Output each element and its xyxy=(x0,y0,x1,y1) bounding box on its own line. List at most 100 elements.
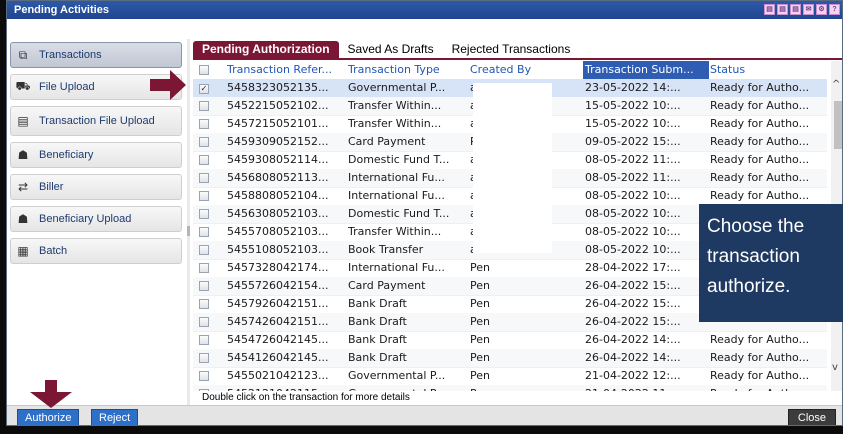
settings-icon[interactable]: ⚙ xyxy=(816,4,827,15)
column-header-status[interactable]: Status xyxy=(710,61,827,79)
created-by-cell: Pen xyxy=(470,351,490,364)
row-select-cell: ✓ xyxy=(199,79,215,97)
splitter-grip[interactable] xyxy=(187,226,190,236)
table-row[interactable]: 5455021042123... Governmental P... Pen 21-0… xyxy=(193,367,827,386)
mail-icon[interactable]: ✉ xyxy=(803,4,814,15)
sidebar-item-transaction-file-upload[interactable]: ▤ Transaction File Upload xyxy=(10,106,182,136)
ref-cell: 5455021042123... xyxy=(227,369,329,382)
row-select-cell xyxy=(199,295,215,313)
row-checkbox[interactable] xyxy=(199,191,209,201)
scroll-up-icon[interactable]: ^ xyxy=(832,79,840,90)
row-checkbox[interactable] xyxy=(199,173,209,183)
row-checkbox[interactable] xyxy=(199,227,209,237)
row-checkbox[interactable] xyxy=(199,137,209,147)
tab-saved-as-drafts[interactable]: Saved As Drafts xyxy=(339,41,443,58)
created-by-cell: Pen xyxy=(470,385,582,391)
help-icon[interactable]: ? xyxy=(829,4,840,15)
sidebar-item-batch[interactable]: ▦ Batch xyxy=(10,238,182,264)
sidebar-item-label: Beneficiary Upload xyxy=(39,213,132,225)
export-icon[interactable]: ▤ xyxy=(777,4,788,15)
save-icon[interactable]: ▤ xyxy=(790,4,801,15)
print-icon[interactable]: ▤ xyxy=(764,4,775,15)
sidebar-item-beneficiary[interactable]: ☗ Beneficiary xyxy=(10,142,182,168)
row-checkbox[interactable] xyxy=(199,281,209,291)
row-checkbox[interactable]: ✓ xyxy=(199,84,209,94)
row-checkbox[interactable] xyxy=(199,155,209,165)
tab-pending-authorization[interactable]: Pending Authorization xyxy=(193,41,339,58)
row-checkbox[interactable] xyxy=(199,299,209,309)
ref-cell: 5455108052103... xyxy=(227,243,329,256)
status-cell: Ready for Autho... xyxy=(710,189,810,202)
status-cell: Ready for Autho... xyxy=(710,333,810,346)
tab-rejected-transactions[interactable]: Rejected Transactions xyxy=(443,41,580,58)
row-checkbox[interactable] xyxy=(199,209,209,219)
row-select-cell xyxy=(199,349,215,367)
created-by-cell: Pen xyxy=(470,279,490,292)
row-checkbox[interactable] xyxy=(199,389,209,391)
ref-cell: 5458323052135... xyxy=(227,81,329,94)
row-checkbox[interactable] xyxy=(199,371,209,381)
table-row[interactable]: 5454726042145... Bank Draft Pen 26-04-2022 … xyxy=(193,331,827,350)
authorize-button[interactable]: Authorize xyxy=(17,409,80,425)
type-cell: Transfer Within... xyxy=(348,117,442,130)
table-row[interactable]: 5452121042115...Governmental P...Pen21-0… xyxy=(193,385,827,391)
arrow-right-icon xyxy=(150,70,186,100)
reject-button[interactable]: Reject xyxy=(91,409,139,425)
ref-cell: 5459309052152... xyxy=(227,135,329,148)
row-select-cell xyxy=(199,151,215,169)
sidebar-item-biller[interactable]: ⇄ Biller xyxy=(10,174,182,200)
status-cell: Ready for Autho... xyxy=(710,171,810,184)
person-upload-icon: ☗ xyxy=(17,212,29,226)
status-cell: Ready for Autho... xyxy=(710,351,810,364)
column-header-reference[interactable]: Transaction Refer... xyxy=(227,61,345,79)
tab-bar: Pending Authorization Saved As Drafts Re… xyxy=(193,41,842,60)
transactions-icon: ⧉ xyxy=(18,47,28,62)
sidebar-item-beneficiary-upload[interactable]: ☗ Beneficiary Upload xyxy=(10,206,182,232)
row-checkbox[interactable] xyxy=(199,317,209,327)
row-select-cell xyxy=(199,133,215,151)
table-row[interactable]: 5454126042145... Bank Draft Pen 26-04-2022 … xyxy=(193,349,827,368)
type-cell: Card Payment xyxy=(348,279,426,292)
submitted-cell: 26-04-2022 14:... xyxy=(585,333,681,346)
bottom-toolbar: Authorize Reject Close xyxy=(7,405,842,425)
row-checkbox[interactable] xyxy=(199,335,209,345)
column-header-created-by[interactable]: Created By xyxy=(470,61,582,79)
ref-cell: 5455708052103... xyxy=(227,225,329,238)
ref-cell: 5457926042151... xyxy=(227,297,329,310)
scrollbar-thumb[interactable] xyxy=(834,101,842,149)
ref-cell: 5452215052102... xyxy=(227,99,329,112)
submitted-cell: 09-05-2022 15:... xyxy=(585,135,681,148)
row-checkbox[interactable] xyxy=(199,245,209,255)
sidebar-item-transactions[interactable]: ⧉ Transactions xyxy=(10,42,182,68)
created-by-cell: Pen xyxy=(470,315,490,328)
column-header-type[interactable]: Transaction Type xyxy=(348,61,468,79)
submitted-cell: 08-05-2022 11:... xyxy=(585,153,681,166)
scroll-down-icon[interactable]: v xyxy=(832,362,838,373)
sidebar-item-label: File Upload xyxy=(39,81,95,93)
created-by-cell: Pen xyxy=(470,333,490,346)
column-header-submitted[interactable]: Transaction Subm... xyxy=(583,61,709,79)
row-checkbox[interactable] xyxy=(199,263,209,273)
row-select-cell xyxy=(199,313,215,331)
select-all-checkbox[interactable] xyxy=(199,65,209,75)
row-checkbox[interactable] xyxy=(199,119,209,129)
status-cell: Ready for Autho... xyxy=(710,135,810,148)
close-button[interactable]: Close xyxy=(787,409,836,425)
type-cell: Transfer Within... xyxy=(348,99,442,112)
type-cell: International Fu... xyxy=(348,171,445,184)
redaction-patch xyxy=(473,83,552,253)
row-checkbox[interactable] xyxy=(199,101,209,111)
status-cell: Ready for Autho... xyxy=(710,117,810,130)
submitted-cell: 15-05-2022 10:... xyxy=(585,117,681,130)
row-checkbox[interactable] xyxy=(199,353,209,363)
ref-cell: 5456808052113... xyxy=(227,171,329,184)
submitted-cell: 26-04-2022 15:... xyxy=(585,315,681,328)
ref-cell: 5457426042151... xyxy=(227,315,329,328)
ref-cell: 5459308052114... xyxy=(227,153,329,166)
sidebar-item-label: Transactions xyxy=(39,49,102,61)
sidebar-item-label: Beneficiary xyxy=(39,149,94,161)
ref-cell: 5452121042115... xyxy=(227,385,345,391)
row-select-cell xyxy=(199,223,215,241)
submitted-cell: 08-05-2022 10:... xyxy=(585,225,681,238)
row-select-cell xyxy=(199,115,215,133)
